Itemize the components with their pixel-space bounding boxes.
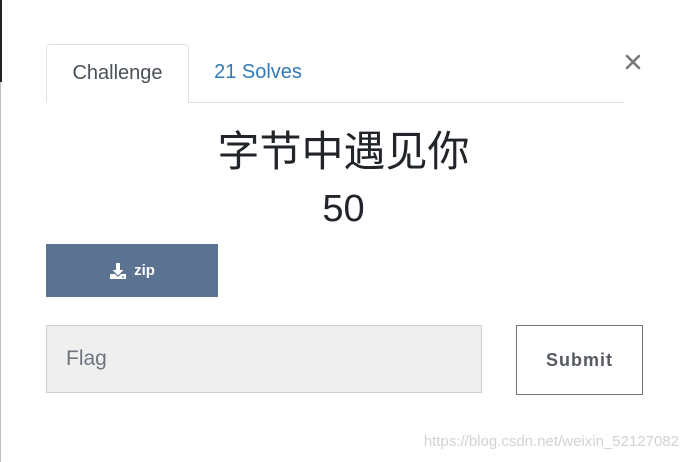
close-icon: [625, 54, 641, 70]
close-button[interactable]: [620, 48, 646, 76]
challenge-name: 字节中遇见你: [217, 127, 470, 176]
window-edge: [0, 0, 2, 82]
tab-challenge[interactable]: Challenge: [46, 44, 189, 103]
tab-bar: Challenge 21 Solves: [46, 44, 624, 103]
watermark: https://blog.csdn.net/weixin_52127082: [423, 433, 679, 450]
tab-challenge-label: Challenge: [72, 62, 163, 84]
file-button-label: zip: [134, 262, 155, 279]
file-download-button[interactable]: zip: [46, 244, 218, 297]
download-icon: [109, 262, 127, 280]
tab-solves[interactable]: 21 Solves: [198, 44, 318, 101]
flag-input[interactable]: [46, 325, 482, 393]
tab-solves-label: 21 Solves: [214, 61, 302, 83]
challenge-value: 50: [322, 188, 365, 230]
challenge-modal: Challenge 21 Solves 字节中遇见你 50 zip Submit…: [0, 0, 687, 462]
submit-button[interactable]: Submit: [516, 325, 643, 395]
